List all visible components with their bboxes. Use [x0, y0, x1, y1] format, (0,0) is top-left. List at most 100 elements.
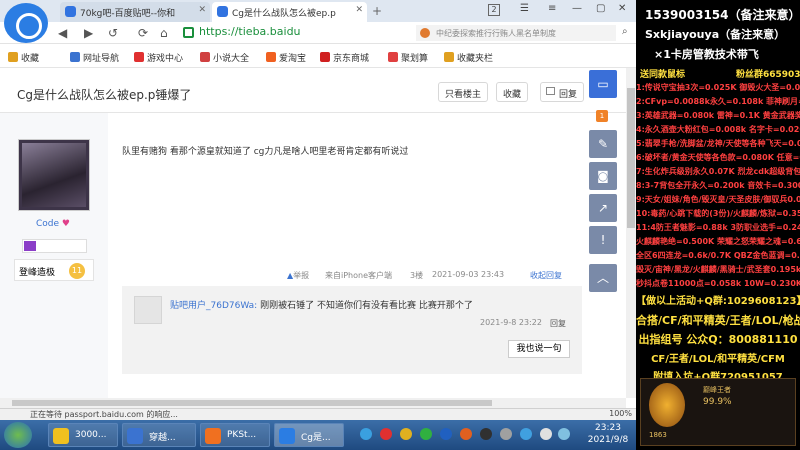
browser-logo-icon[interactable]: [4, 3, 48, 43]
vip-icon: [24, 241, 36, 251]
tray-icon[interactable]: [400, 428, 412, 440]
horizontal-scrollbar[interactable]: [0, 398, 626, 408]
taskbar-item[interactable]: PKSt...: [200, 423, 270, 447]
shield-icon: [183, 27, 194, 38]
overlay-line: 3:英雄武器=0.080k 雷神=0.1K 黄金武器奖励=0.288K: [636, 111, 800, 120]
tray-icon[interactable]: [380, 428, 392, 440]
scroll-top-icon[interactable]: ︿: [589, 264, 617, 292]
reply-avatar[interactable]: [134, 296, 162, 324]
reply-text: 刚刚被石锤了 不知道你们有没有看比赛 比赛开那个了: [260, 301, 473, 311]
bookmark-item[interactable]: 网址导航: [70, 51, 119, 64]
report-link[interactable]: ▲举报: [287, 270, 309, 281]
bookmark-item[interactable]: 收藏: [8, 51, 39, 64]
tab-current[interactable]: Cg是什么战队怎么被ep.p ✕: [212, 2, 367, 22]
overlay-line: 9:天女/姐妹/角色/毁灭皇/天圣皮肤/御驭兵0.035k: [636, 195, 800, 204]
author-panel: Code ♥ 登峰造极 11: [0, 113, 108, 398]
search-icon[interactable]: ⌕: [622, 26, 628, 37]
vertical-scrollbar[interactable]: [626, 68, 636, 398]
bookmark-item[interactable]: 小说大全: [200, 51, 249, 64]
taskbar-label: 3000...: [75, 430, 107, 440]
headset-icon[interactable]: ◙: [589, 162, 617, 190]
tray-icon[interactable]: [500, 428, 512, 440]
bookmark-item[interactable]: 聚划算: [388, 51, 428, 64]
add-comment-button[interactable]: 我也说一句: [508, 340, 570, 358]
title-bar: 70kg吧-百度贴吧--你和 ✕ Cg是什么战队怎么被ep.p ✕ + 2 ☰ ≡ …: [0, 0, 636, 43]
back-icon[interactable]: ◀: [58, 26, 67, 40]
scroll-thumb[interactable]: [627, 88, 635, 228]
forward-icon[interactable]: ▶: [84, 26, 93, 40]
tab-tieba[interactable]: 70kg吧-百度贴吧--你和 ✕: [60, 2, 210, 22]
close-tab-icon[interactable]: ✕: [198, 5, 206, 15]
close-window-icon[interactable]: ✕: [618, 3, 626, 14]
level-badge[interactable]: 登峰造极 11: [14, 259, 94, 281]
reply-action-link[interactable]: 回复: [550, 318, 566, 329]
reply-button[interactable]: 回复: [540, 82, 585, 102]
new-tab-icon[interactable]: +: [372, 4, 382, 18]
page-title: Cg是什么战队怎么被ep.p锤爆了: [17, 88, 192, 102]
overlay-line: 1:传说守宝抽3次=0.025K 御毁火大圣=0.020K: [636, 83, 800, 92]
search-placeholder: 中纪委探索推行行贿人黑名单制度: [436, 29, 556, 38]
only-op-button[interactable]: 只看楼主: [438, 82, 489, 102]
maximize-icon[interactable]: ▢: [596, 3, 605, 14]
username[interactable]: Code ♥: [36, 219, 70, 229]
status-bar: 正在等待 passport.baidu.com 的响应... 100%: [0, 408, 636, 420]
taskbar-item[interactable]: 穿越...: [122, 423, 196, 447]
taskbar-item[interactable]: 3000...: [48, 423, 118, 447]
start-button[interactable]: [4, 422, 32, 448]
taskbar-item-active[interactable]: Cg是...: [274, 423, 344, 447]
close-tab-icon[interactable]: ✕: [355, 5, 363, 15]
collect-button[interactable]: 收藏: [496, 82, 529, 102]
skin-icon[interactable]: ☰: [520, 3, 529, 14]
level-name: 登峰造极: [19, 268, 56, 278]
zoom-level[interactable]: 100%: [609, 409, 632, 418]
undo-icon[interactable]: ↺: [108, 26, 118, 40]
search-field[interactable]: 中纪委探索推行行贿人黑名单制度: [416, 25, 616, 41]
volume-icon[interactable]: [540, 428, 552, 440]
comment-icon[interactable]: ✎: [589, 130, 617, 158]
avatar[interactable]: [18, 139, 90, 211]
refresh-icon[interactable]: ⟳: [138, 26, 148, 40]
level-number: 11: [69, 263, 85, 279]
bookmark-item[interactable]: 游戏中心: [134, 51, 183, 64]
reply-username[interactable]: 贴吧用户_76D76Wa:: [170, 301, 257, 311]
overlay-line: 粉丝群665903: [736, 70, 800, 80]
bookmark-item[interactable]: 收藏夹栏: [444, 51, 493, 64]
tray-icon[interactable]: [480, 428, 492, 440]
paw-icon: [65, 6, 76, 17]
tray-icon[interactable]: [360, 428, 372, 440]
tray-icon[interactable]: [460, 428, 472, 440]
window-count-badge[interactable]: 2: [488, 4, 500, 16]
deal-icon: [388, 52, 398, 62]
tray-icon[interactable]: [520, 428, 532, 440]
reply-time: 2021-9-8 23:22: [480, 318, 542, 327]
overlay-line: 7:生化炸兵级别永久0.07K 烈龙cdk超级背包刷背包: [636, 167, 800, 176]
bookmark-label: 收藏: [21, 54, 40, 64]
taskbar: 3000... 穿越... PKSt... Cg是... 23:23 2021/9…: [0, 420, 636, 450]
home-icon[interactable]: ⌂: [160, 26, 168, 40]
menu-icon[interactable]: ≡: [548, 3, 556, 14]
game-icon: [134, 52, 144, 62]
bookmark-item[interactable]: 京东商城: [320, 51, 369, 64]
bookmark-label: 小说大全: [213, 54, 250, 64]
post-time: 2021-09-03 23:43: [432, 270, 505, 279]
collapse-replies-link[interactable]: 收起回复: [530, 270, 562, 281]
floating-sidebar: ▭ 1 ✎ ◙ ↗ ! ︿: [586, 68, 618, 308]
rank-score: 1863: [649, 431, 667, 439]
alert-icon[interactable]: !: [589, 226, 617, 254]
report-label: 举报: [293, 271, 310, 280]
tray-icon[interactable]: [440, 428, 452, 440]
clock[interactable]: 23:23 2021/9/8: [578, 422, 638, 446]
overlay-line: 5:翡翠手枪/洗脚盆/龙神/天使等各种飞天=0.068K: [636, 139, 800, 148]
chat-icon[interactable]: ▭: [589, 70, 617, 98]
network-icon[interactable]: [558, 428, 570, 440]
share-icon[interactable]: ↗: [589, 194, 617, 222]
tray-icon[interactable]: [420, 428, 432, 440]
url-field[interactable]: https://tieba.baidu: [181, 25, 416, 41]
overlay-line: 11:4防王者魅影=0.88k 3防职业选手=0.249k: [636, 223, 800, 232]
clock-date: 2021/9/8: [587, 435, 629, 445]
bookmark-item[interactable]: 爱淘宝: [266, 51, 306, 64]
notification-count: 1: [596, 110, 608, 122]
minimize-icon[interactable]: —: [572, 3, 582, 14]
bookmark-label: 爱淘宝: [279, 54, 307, 64]
hscroll-thumb[interactable]: [12, 400, 492, 406]
